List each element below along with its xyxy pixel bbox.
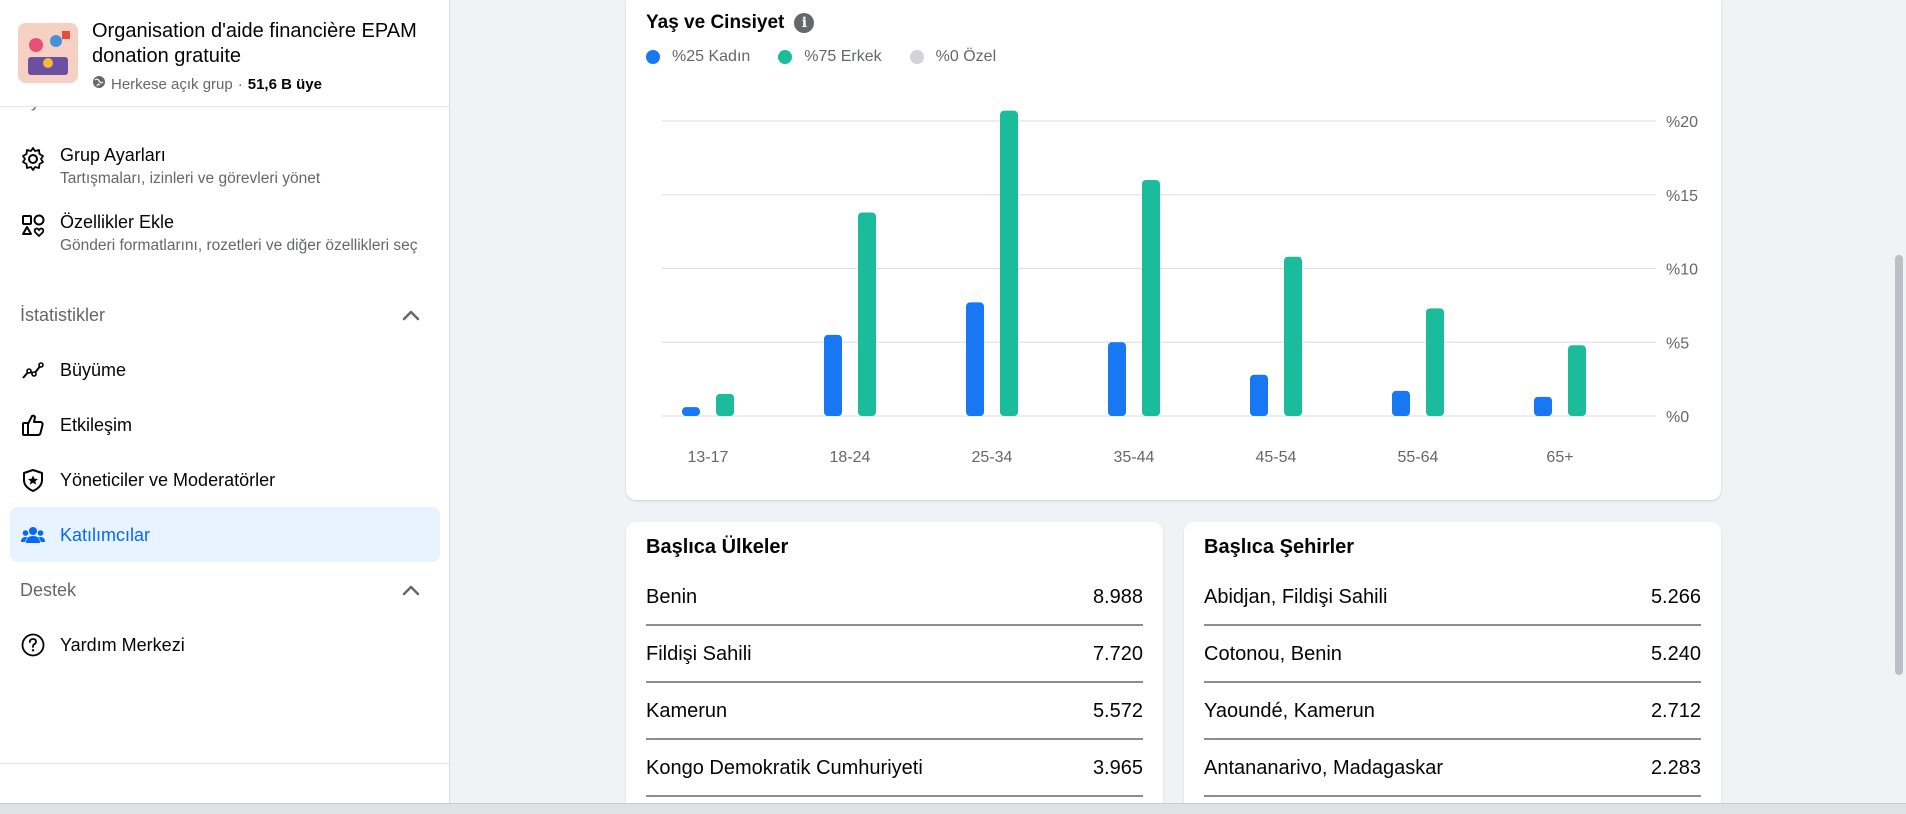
bar-erkek-18-24 [858,212,876,416]
country-name: Benin [646,585,698,608]
bar-erkek-65+ [1568,345,1586,416]
sidebar-item-growth[interactable]: Büyüme [10,355,440,385]
scrollbar-thumb[interactable] [1895,255,1903,675]
group-member-count[interactable]: 51,6 B üye [248,76,322,93]
bar-kadın-55-64 [1392,390,1410,416]
bar-erkek-35-44 [1142,180,1160,416]
sidebar-item-subtitle: Gönderi formatlarını, rozetleri ve diğer… [60,237,418,254]
city-name: Antananarivo, Madagaskar [1204,756,1444,779]
city-count: 5.240 [1650,642,1701,665]
top-countries-title: Başlıca Ülkeler [646,536,789,558]
bar-kadın-35-44 [1108,342,1126,416]
country-name: Kongo Demokratik Cumhuriyeti [646,756,923,779]
top-cities-card: Başlıca Şehirler Abidjan, Fildişi Sahili… [1184,522,1721,814]
bar-kadın-45-54 [1250,374,1268,416]
sidebar-item-title: Grup Ayarları [60,145,166,165]
bar-kadın-25-34 [966,302,984,416]
group-meta: Herkese açık grup · 51,6 B üye [92,75,322,93]
list-item: Antananarivo, Madagaskar 2.283 [1204,741,1701,797]
y-tick-label: %5 [1666,335,1689,352]
gear-icon [18,144,48,174]
statistics-section-header[interactable]: İstatistikler [20,301,420,329]
sidebar-item-group-settings[interactable]: Grup Ayarları Tartışmaları, izinleri ve … [10,144,440,194]
shield-star-icon [18,465,48,495]
bar-erkek-45-54 [1284,256,1302,416]
shapes-icon [18,211,48,241]
bar-erkek-25-34 [1000,110,1018,417]
age-gender-bar-chart: %0 %5 %10 %15 %20 13-17 18-24 25-34 35-44 45-54 55… [662,110,1698,466]
sidebar-item-title: Büyüme [60,360,127,380]
bar-kadın-13-17 [682,407,700,416]
x-tick-label: 35-44 [1114,449,1155,466]
sidebar-item-engagement[interactable]: Etkileşim [10,410,440,440]
list-item: Kamerun 5.572 [646,684,1143,740]
chevron-up-icon [402,585,420,596]
y-tick-label: %10 [1666,262,1698,279]
bottom-strip [0,803,1906,814]
bar-erkek-55-64 [1426,308,1444,416]
list-item: Cotonou, Benin 5.240 [1204,627,1701,683]
thumbs-up-icon [18,410,48,440]
y-tick-label: %0 [1666,409,1689,426]
country-count: 8.988 [1092,585,1143,608]
top-countries-card: Başlıca Ülkeler Benin 8.988 Fildişi Sahi… [626,522,1163,814]
sidebar-item-add-features[interactable]: Özellikler Ekle Gönderi formatlarını, ro… [10,211,440,281]
city-count: 2.283 [1650,756,1701,779]
sidebar-item-title: Yöneticiler ve Moderatörler [60,470,276,490]
age-gender-card: Yaş ve Cinsiyet i %25 Kadın %75 Erkek %0… [626,0,1721,500]
globe-icon [92,75,106,93]
list-item: Abidjan, Fildişi Sahili 5.266 [1204,570,1701,626]
bar-erkek-13-17 [716,393,734,416]
people-icon [18,520,48,550]
support-section-label: Destek [20,579,77,600]
country-name: Fildişi Sahili [646,642,752,665]
list-item: Benin 8.988 [646,570,1143,626]
sidebar-item-title: Katılımcılar [60,524,151,545]
top-cities-title: Başlıca Şehirler [1204,536,1355,558]
list-item: Yaoundé, Kamerun 2.712 [1204,684,1701,740]
sidebar: Ayarlar Organisation d'aide financière E… [0,0,450,814]
city-name: Cotonou, Benin [1204,642,1342,665]
x-tick-label: 65+ [1546,449,1573,466]
group-privacy: Herkese açık grup [111,75,233,93]
group-name[interactable]: Organisation d'aide financière EPAM dona… [92,19,432,69]
x-tick-label: 55-64 [1398,449,1439,466]
country-count: 3.965 [1092,756,1143,779]
x-tick-label: 13-17 [688,449,729,466]
page-scrollbar[interactable] [1892,0,1906,814]
statistics-section-label: İstatistikler [20,304,106,325]
country-count: 7.720 [1092,642,1143,665]
group-avatar[interactable] [18,23,78,83]
y-tick-label: %15 [1666,188,1698,205]
city-name: Abidjan, Fildişi Sahili [1204,585,1388,608]
country-count: 5.572 [1092,699,1143,722]
city-count: 5.266 [1650,585,1701,608]
sidebar-item-admins-moderators[interactable]: Yöneticiler ve Moderatörler [10,465,440,495]
sidebar-item-title: Yardım Merkezi [60,635,185,655]
country-name: Kamerun [646,699,728,722]
support-section-header[interactable]: Destek [20,576,420,604]
sidebar-item-title: Etkileşim [60,415,133,435]
group-header: Organisation d'aide financière EPAM dona… [0,0,449,107]
sidebar-item-help-center[interactable]: Yardım Merkezi [10,630,440,660]
x-tick-label: 18-24 [830,449,871,466]
list-item: Kongo Demokratik Cumhuriyeti 3.965 [646,741,1143,797]
city-count: 2.712 [1650,699,1701,722]
sidebar-item-participants[interactable]: Katılımcılar [10,507,440,562]
city-name: Yaoundé, Kamerun [1204,699,1375,722]
bar-kadın-65+ [1534,396,1552,416]
x-tick-label: 45-54 [1256,449,1297,466]
chevron-up-icon [402,310,420,321]
x-tick-label: 25-34 [972,449,1013,466]
list-item: Fildişi Sahili 7.720 [646,627,1143,683]
bar-kadın-18-24 [824,334,842,416]
meta-separator: · [237,75,243,93]
trend-line-icon [18,355,48,385]
question-circle-icon [18,630,48,660]
y-tick-label: %20 [1666,114,1698,131]
sidebar-item-subtitle: Tartışmaları, izinleri ve görevleri yöne… [60,170,321,187]
sidebar-item-title: Özellikler Ekle [60,212,175,232]
